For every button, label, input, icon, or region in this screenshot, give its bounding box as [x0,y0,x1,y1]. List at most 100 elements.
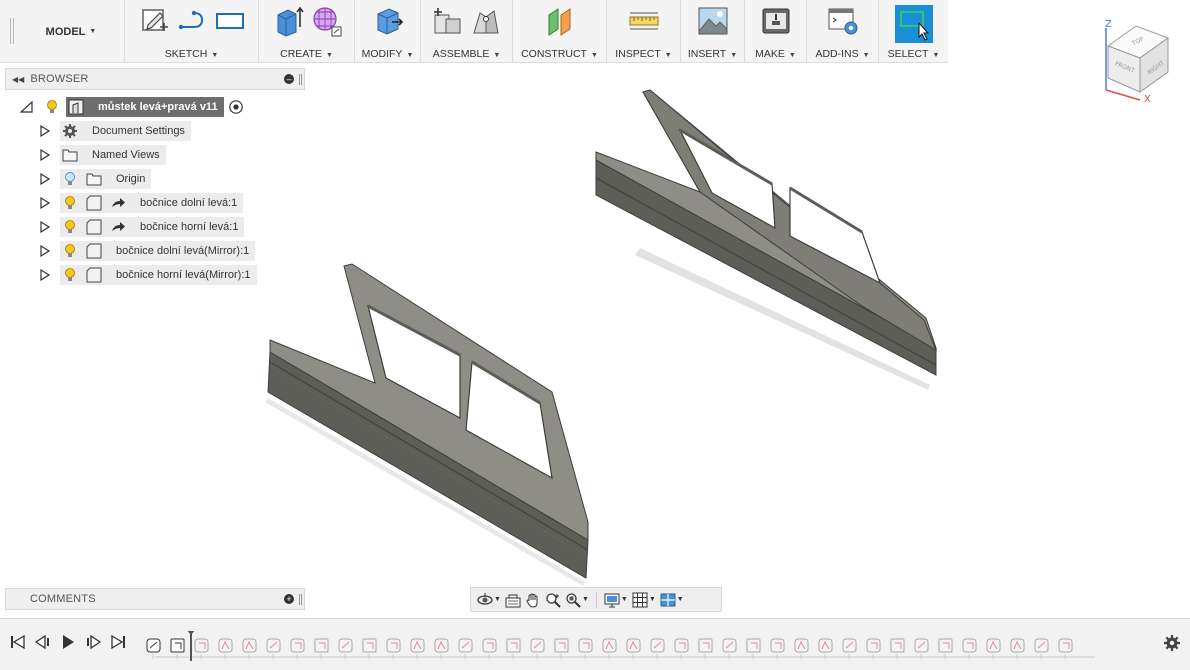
add-comment-icon[interactable]: + [284,594,294,604]
scripts-addins-icon[interactable] [827,5,859,37]
modify-menu[interactable]: MODIFY ▼ [355,48,420,60]
expand-triangle-icon[interactable] [40,173,50,185]
timeline-feature-component-icon[interactable] [698,638,713,659]
insert-menu[interactable]: INSERT ▼ [681,48,744,60]
timeline-feature-feature-icon[interactable] [482,638,497,659]
timeline-feature-feature-icon[interactable] [194,638,209,659]
workspace-switcher[interactable]: MODEL ▼ [20,0,122,63]
timeline-feature-mirror-icon[interactable] [242,638,257,659]
node-named-views[interactable]: Named Views [60,145,166,165]
3d-print-icon[interactable] [760,5,792,37]
timeline-feature-sketch-icon[interactable] [146,638,161,659]
timeline-feature-feature-icon[interactable] [770,638,785,659]
rectangle-tool-icon[interactable] [214,5,246,37]
collapse-panel-icon[interactable]: ◀◀ [12,75,24,84]
extrude-icon[interactable] [272,5,304,37]
timeline-feature-feature-icon[interactable] [674,638,689,659]
timeline-feature-joint-icon[interactable] [410,638,425,659]
tree-item-component[interactable]: bočnice horní levá:1 [40,217,245,237]
timeline-feature-feature-icon[interactable] [290,638,305,659]
timeline-feature-joint-icon[interactable] [794,638,809,659]
part-bocnice-left[interactable] [265,263,589,586]
lightbulb-icon[interactable] [62,219,78,235]
timeline-feature-sketch-icon[interactable] [650,638,665,659]
node-component[interactable]: bočnice horní levá:1 [60,217,245,237]
timeline-feature-mirror-icon[interactable] [818,638,833,659]
timeline-feature-mirror-icon[interactable] [626,638,641,659]
look-at-button[interactable] [505,591,521,609]
step-back-icon[interactable] [35,634,51,650]
viewcube[interactable]: Z X TOP FRONT RIGHT [1096,16,1176,104]
create-menu[interactable]: CREATE ▼ [259,48,354,60]
fit-button[interactable]: ▼ [565,591,589,609]
document-root-node[interactable]: můstek levá+pravá v11 [66,97,224,117]
timeline-feature-feature-icon[interactable] [962,638,977,659]
timeline-feature-feature-icon[interactable] [1058,638,1073,659]
zoom-button[interactable] [545,591,561,609]
comments-panel-header[interactable]: COMMENTS + [5,588,305,610]
timeline-feature-component-icon[interactable] [938,638,953,659]
pan-button[interactable] [525,591,541,609]
form-icon[interactable] [310,5,342,37]
tree-item-origin[interactable]: Origin [40,169,152,189]
timeline-feature-feature-icon[interactable] [866,638,881,659]
timeline-feature-sketch-icon[interactable] [458,638,473,659]
expanded-triangle-icon[interactable] [20,101,34,113]
part-bocnice-right[interactable] [595,89,938,390]
timeline-feature-sketch-icon[interactable] [722,638,737,659]
browser-root-row[interactable]: můstek levá+pravá v11 [20,97,244,117]
lightbulb-icon[interactable] [62,195,78,211]
tree-item-component[interactable]: bočnice dolní levá:1 [40,193,244,213]
toolbar-grip[interactable] [10,18,14,44]
timeline-feature-component-icon[interactable] [506,638,521,659]
timeline-feature-component-icon[interactable] [362,638,377,659]
make-menu[interactable]: MAKE ▼ [745,48,806,60]
node-component[interactable]: bočnice horní levá(Mirror):1 [60,265,257,285]
create-sketch-icon[interactable] [138,5,170,37]
timeline-feature-component-icon[interactable] [890,638,905,659]
play-icon[interactable] [60,634,76,650]
lightbulb-icon[interactable] [62,267,78,283]
tree-item-document-settings[interactable]: Document Settings [40,121,191,141]
timeline-feature-component-icon[interactable] [170,638,185,659]
joint-icon[interactable] [470,5,502,37]
panel-grip[interactable] [299,594,302,605]
tree-item-component[interactable]: bočnice horní levá(Mirror):1 [40,265,257,285]
timeline-feature-sketch-icon[interactable] [338,638,353,659]
go-to-end-icon[interactable] [110,634,126,650]
expand-triangle-icon[interactable] [40,245,50,257]
measure-icon[interactable] [628,5,660,37]
timeline-feature-joint-icon[interactable] [602,638,617,659]
tree-item-component[interactable]: bočnice dolní levá(Mirror):1 [40,241,256,261]
offset-plane-icon[interactable] [544,5,576,37]
lightbulb-icon[interactable] [44,99,60,115]
timeline-feature-joint-icon[interactable] [986,638,1001,659]
assemble-menu[interactable]: ASSEMBLE ▼ [421,48,512,60]
step-forward-icon[interactable] [85,634,101,650]
viewports-button[interactable]: ▼ [660,591,684,609]
node-component[interactable]: bočnice dolní levá(Mirror):1 [60,241,256,261]
timeline-feature-sketch-icon[interactable] [914,638,929,659]
timeline-feature-sketch-icon[interactable] [530,638,545,659]
timeline-feature-component-icon[interactable] [746,638,761,659]
timeline-feature-feature-icon[interactable] [386,638,401,659]
inspect-menu[interactable]: INSPECT ▼ [607,48,680,60]
add-ins-menu[interactable]: ADD-INS ▼ [807,48,878,60]
node-origin[interactable]: Origin [60,169,152,189]
press-pull-icon[interactable] [372,5,404,37]
display-settings-button[interactable]: ▼ [604,591,628,609]
timeline-feature-component-icon[interactable] [314,638,329,659]
expand-triangle-icon[interactable] [40,221,50,233]
select-menu[interactable]: SELECT ▼ [879,48,948,60]
lightbulb-icon[interactable] [62,243,78,259]
select-icon[interactable] [894,5,933,43]
timeline-feature-sketch-icon[interactable] [842,638,857,659]
expand-triangle-icon[interactable] [40,269,50,281]
timeline-settings-gear-icon[interactable] [1163,634,1181,652]
grid-settings-button[interactable]: ▼ [632,591,656,609]
insert-image-icon[interactable] [697,5,729,37]
expand-triangle-icon[interactable] [40,125,50,137]
timeline-feature-joint-icon[interactable] [218,638,233,659]
node-document-settings[interactable]: Document Settings [60,121,191,141]
node-component[interactable]: bočnice dolní levá:1 [60,193,244,213]
